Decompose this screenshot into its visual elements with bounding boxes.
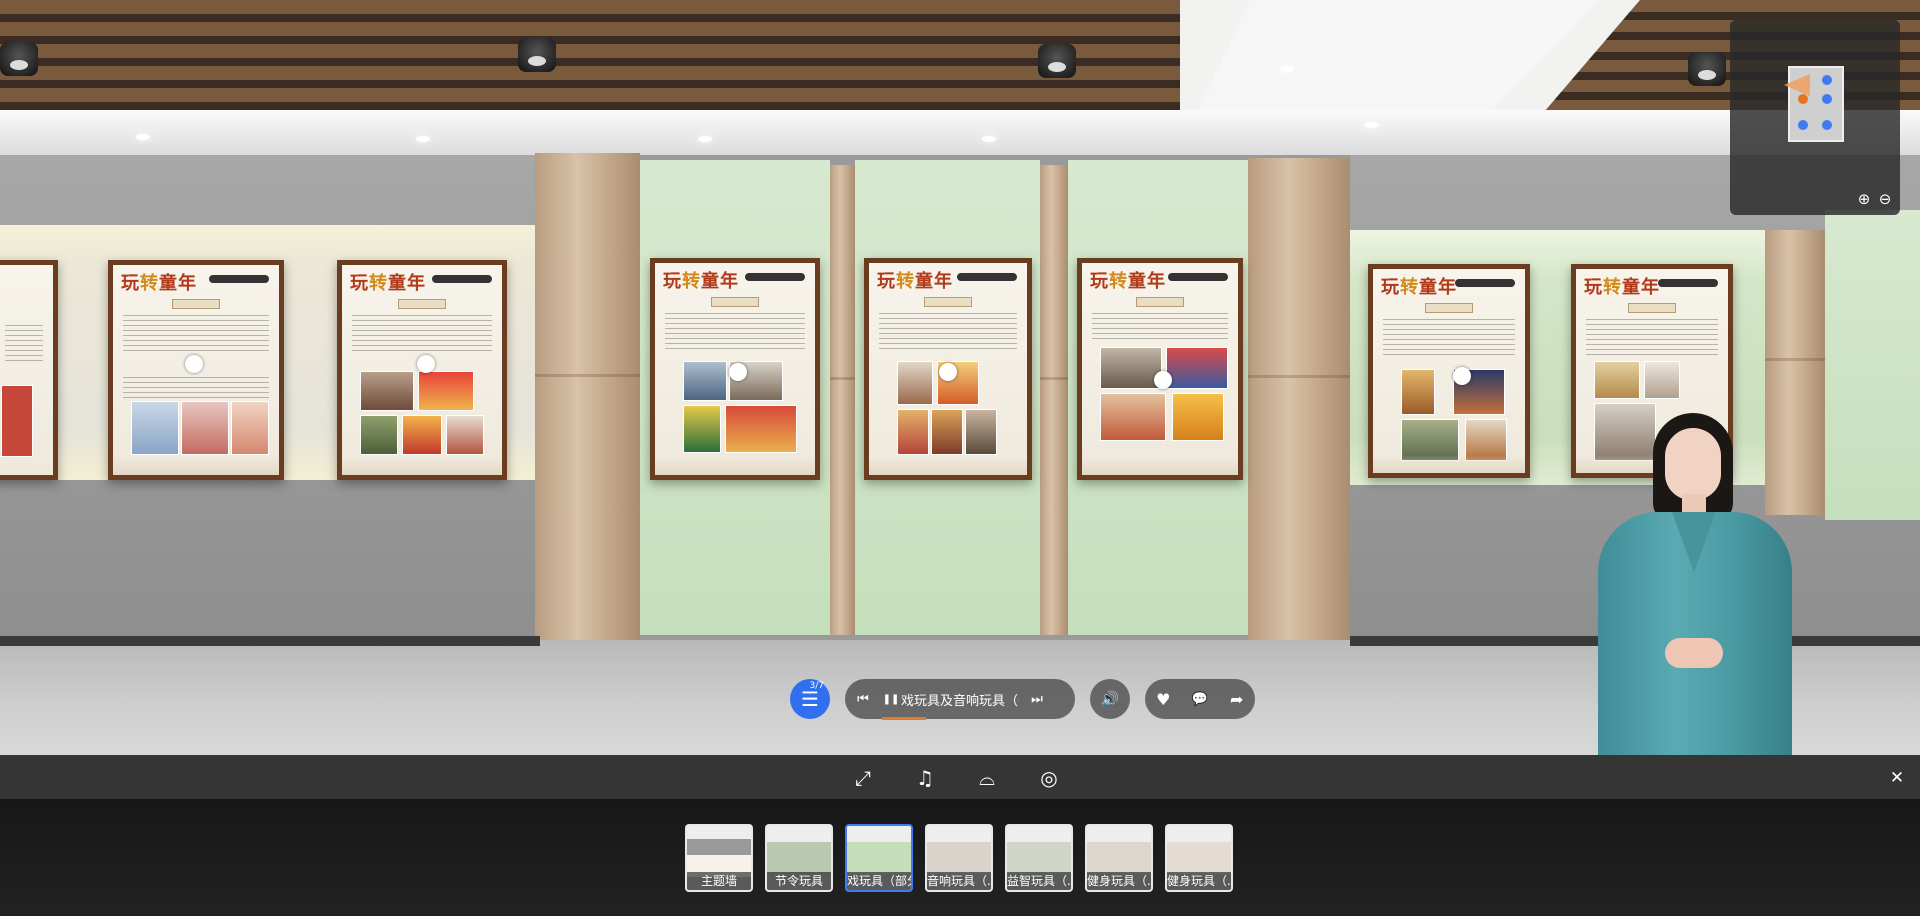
playlist-badge: 3/7 bbox=[809, 681, 824, 691]
zoom-in-icon[interactable]: ⊕ bbox=[1855, 190, 1873, 208]
share-icon[interactable]: ➦ bbox=[1222, 690, 1252, 709]
audio-progress[interactable] bbox=[882, 717, 926, 720]
scene-point[interactable] bbox=[1822, 94, 1832, 104]
view-direction-cone bbox=[1784, 74, 1810, 96]
pause-icon[interactable]: ❚❚ bbox=[881, 694, 901, 705]
skip-previous-icon[interactable]: ⏮ bbox=[845, 692, 881, 707]
virtual-guide-avatar[interactable] bbox=[1590, 410, 1800, 755]
scene-thumbnail[interactable]: 益智玩具（... bbox=[1005, 824, 1073, 892]
down-light bbox=[1364, 122, 1378, 128]
spotlight bbox=[0, 42, 38, 76]
wood-pillar bbox=[1248, 158, 1350, 640]
social-actions: ♥ 💬 ➦ bbox=[1145, 679, 1255, 719]
down-light bbox=[1280, 66, 1294, 72]
scene-thumbnail[interactable]: 主题墙 bbox=[685, 824, 753, 892]
heart-icon[interactable]: ♥ bbox=[1148, 690, 1178, 709]
scene-thumbnail[interactable]: 健身玩具（... bbox=[1165, 824, 1233, 892]
track-title: 戏玩具及音响玩具（部分） bbox=[901, 693, 1019, 709]
avatar-hands bbox=[1665, 638, 1723, 668]
poster-title: 玩转童年 bbox=[121, 273, 197, 294]
scene-point[interactable] bbox=[1798, 120, 1808, 130]
exhibit-poster[interactable]: 玩转童年 bbox=[337, 260, 507, 480]
exhibit-poster[interactable]: 玩转童年 bbox=[1368, 264, 1530, 478]
bottom-toolbar: ⤢ ♫ ⌓ ◎ ✕ bbox=[0, 755, 1920, 799]
down-light bbox=[698, 136, 712, 142]
hotspot-dot[interactable] bbox=[1453, 367, 1471, 385]
thumbnail-label: 戏玩具（部分 bbox=[847, 872, 911, 890]
thumbnail-label: 音响玩具（... bbox=[927, 872, 991, 890]
exhibit-poster[interactable]: 玩转童年 bbox=[650, 258, 820, 480]
current-scene-point[interactable] bbox=[1798, 94, 1808, 104]
zoom-out-icon[interactable]: ⊖ bbox=[1876, 190, 1894, 208]
scene-point[interactable] bbox=[1822, 120, 1832, 130]
scene-thumbnail[interactable]: 音响玩具（... bbox=[925, 824, 993, 892]
avatar-face bbox=[1665, 428, 1721, 500]
gyroscope-icon[interactable]: ◎ bbox=[1036, 765, 1062, 791]
scene-thumbnail-active[interactable]: 戏玩具（部分 bbox=[845, 824, 913, 892]
poster-title: 玩转童年 bbox=[350, 273, 426, 294]
scene-thumbnail[interactable]: 节令玩具 bbox=[765, 824, 833, 892]
expand-icon[interactable]: ⤢ bbox=[850, 765, 876, 791]
vr-glasses-icon[interactable]: ⌓ bbox=[974, 765, 1000, 791]
thumbnail-label: 健身玩具（... bbox=[1167, 872, 1231, 890]
down-light bbox=[982, 136, 996, 142]
exhibit-poster[interactable]: 玩转童年 bbox=[108, 260, 284, 480]
poster-title: 玩转童年 bbox=[877, 271, 953, 292]
poster-title: 玩转童年 bbox=[1584, 277, 1660, 298]
playlist-button[interactable]: ☰ 3/7 bbox=[790, 679, 830, 719]
audio-player: ⏮ ❚❚ 戏玩具及音响玩具（部分） ⏭ bbox=[845, 679, 1075, 719]
ceiling-slats bbox=[0, 0, 1180, 110]
hotspot-dot[interactable] bbox=[417, 355, 435, 373]
close-icon[interactable]: ✕ bbox=[1884, 765, 1910, 791]
exhibit-poster[interactable] bbox=[0, 260, 58, 480]
poster-title: 玩转童年 bbox=[663, 271, 739, 292]
volume-button[interactable]: 🔊 bbox=[1090, 679, 1130, 719]
hotspot-dot[interactable] bbox=[185, 355, 203, 373]
hotspot-dot[interactable] bbox=[939, 363, 957, 381]
comment-icon[interactable]: 💬 bbox=[1185, 692, 1215, 707]
wood-pillar bbox=[1040, 165, 1068, 635]
scene-point[interactable] bbox=[1822, 75, 1832, 85]
poster-title: 玩转童年 bbox=[1381, 277, 1457, 298]
thumbnail-label: 益智玩具（... bbox=[1007, 872, 1071, 890]
scene-thumbnail-strip: 主题墙 节令玩具 戏玩具（部分 音响玩具（... 益智玩具（... 健身玩具（.… bbox=[0, 799, 1920, 916]
wall-green-panel bbox=[1825, 210, 1920, 520]
spotlight bbox=[1688, 52, 1726, 86]
ceiling-band bbox=[0, 110, 1920, 155]
exhibit-poster[interactable]: 玩转童年 bbox=[1077, 258, 1243, 480]
down-light bbox=[136, 134, 150, 140]
poster-title: 玩转童年 bbox=[1090, 271, 1166, 292]
hotspot-dot[interactable] bbox=[1154, 371, 1172, 389]
thumbnail-label: 节令玩具 bbox=[767, 872, 831, 890]
exhibit-poster[interactable]: 玩转童年 bbox=[864, 258, 1032, 480]
skip-next-icon[interactable]: ⏭ bbox=[1019, 692, 1055, 707]
thumbnail-label: 健身玩具（... bbox=[1087, 872, 1151, 890]
minimap-floorplan[interactable] bbox=[1784, 66, 1844, 142]
down-light bbox=[416, 136, 430, 142]
minimap[interactable]: ⊕ ⊖ bbox=[1730, 20, 1900, 215]
thumbnail-label: 主题墙 bbox=[687, 872, 751, 890]
spotlight bbox=[1038, 44, 1076, 78]
baseboard bbox=[0, 636, 540, 646]
music-note-icon[interactable]: ♫ bbox=[912, 765, 938, 791]
speaker-icon: 🔊 bbox=[1100, 690, 1120, 708]
spotlight bbox=[518, 38, 556, 72]
wood-pillar bbox=[830, 165, 855, 635]
wood-pillar bbox=[535, 153, 640, 643]
hotspot-dot[interactable] bbox=[729, 363, 747, 381]
scene-thumbnail[interactable]: 健身玩具（... bbox=[1085, 824, 1153, 892]
